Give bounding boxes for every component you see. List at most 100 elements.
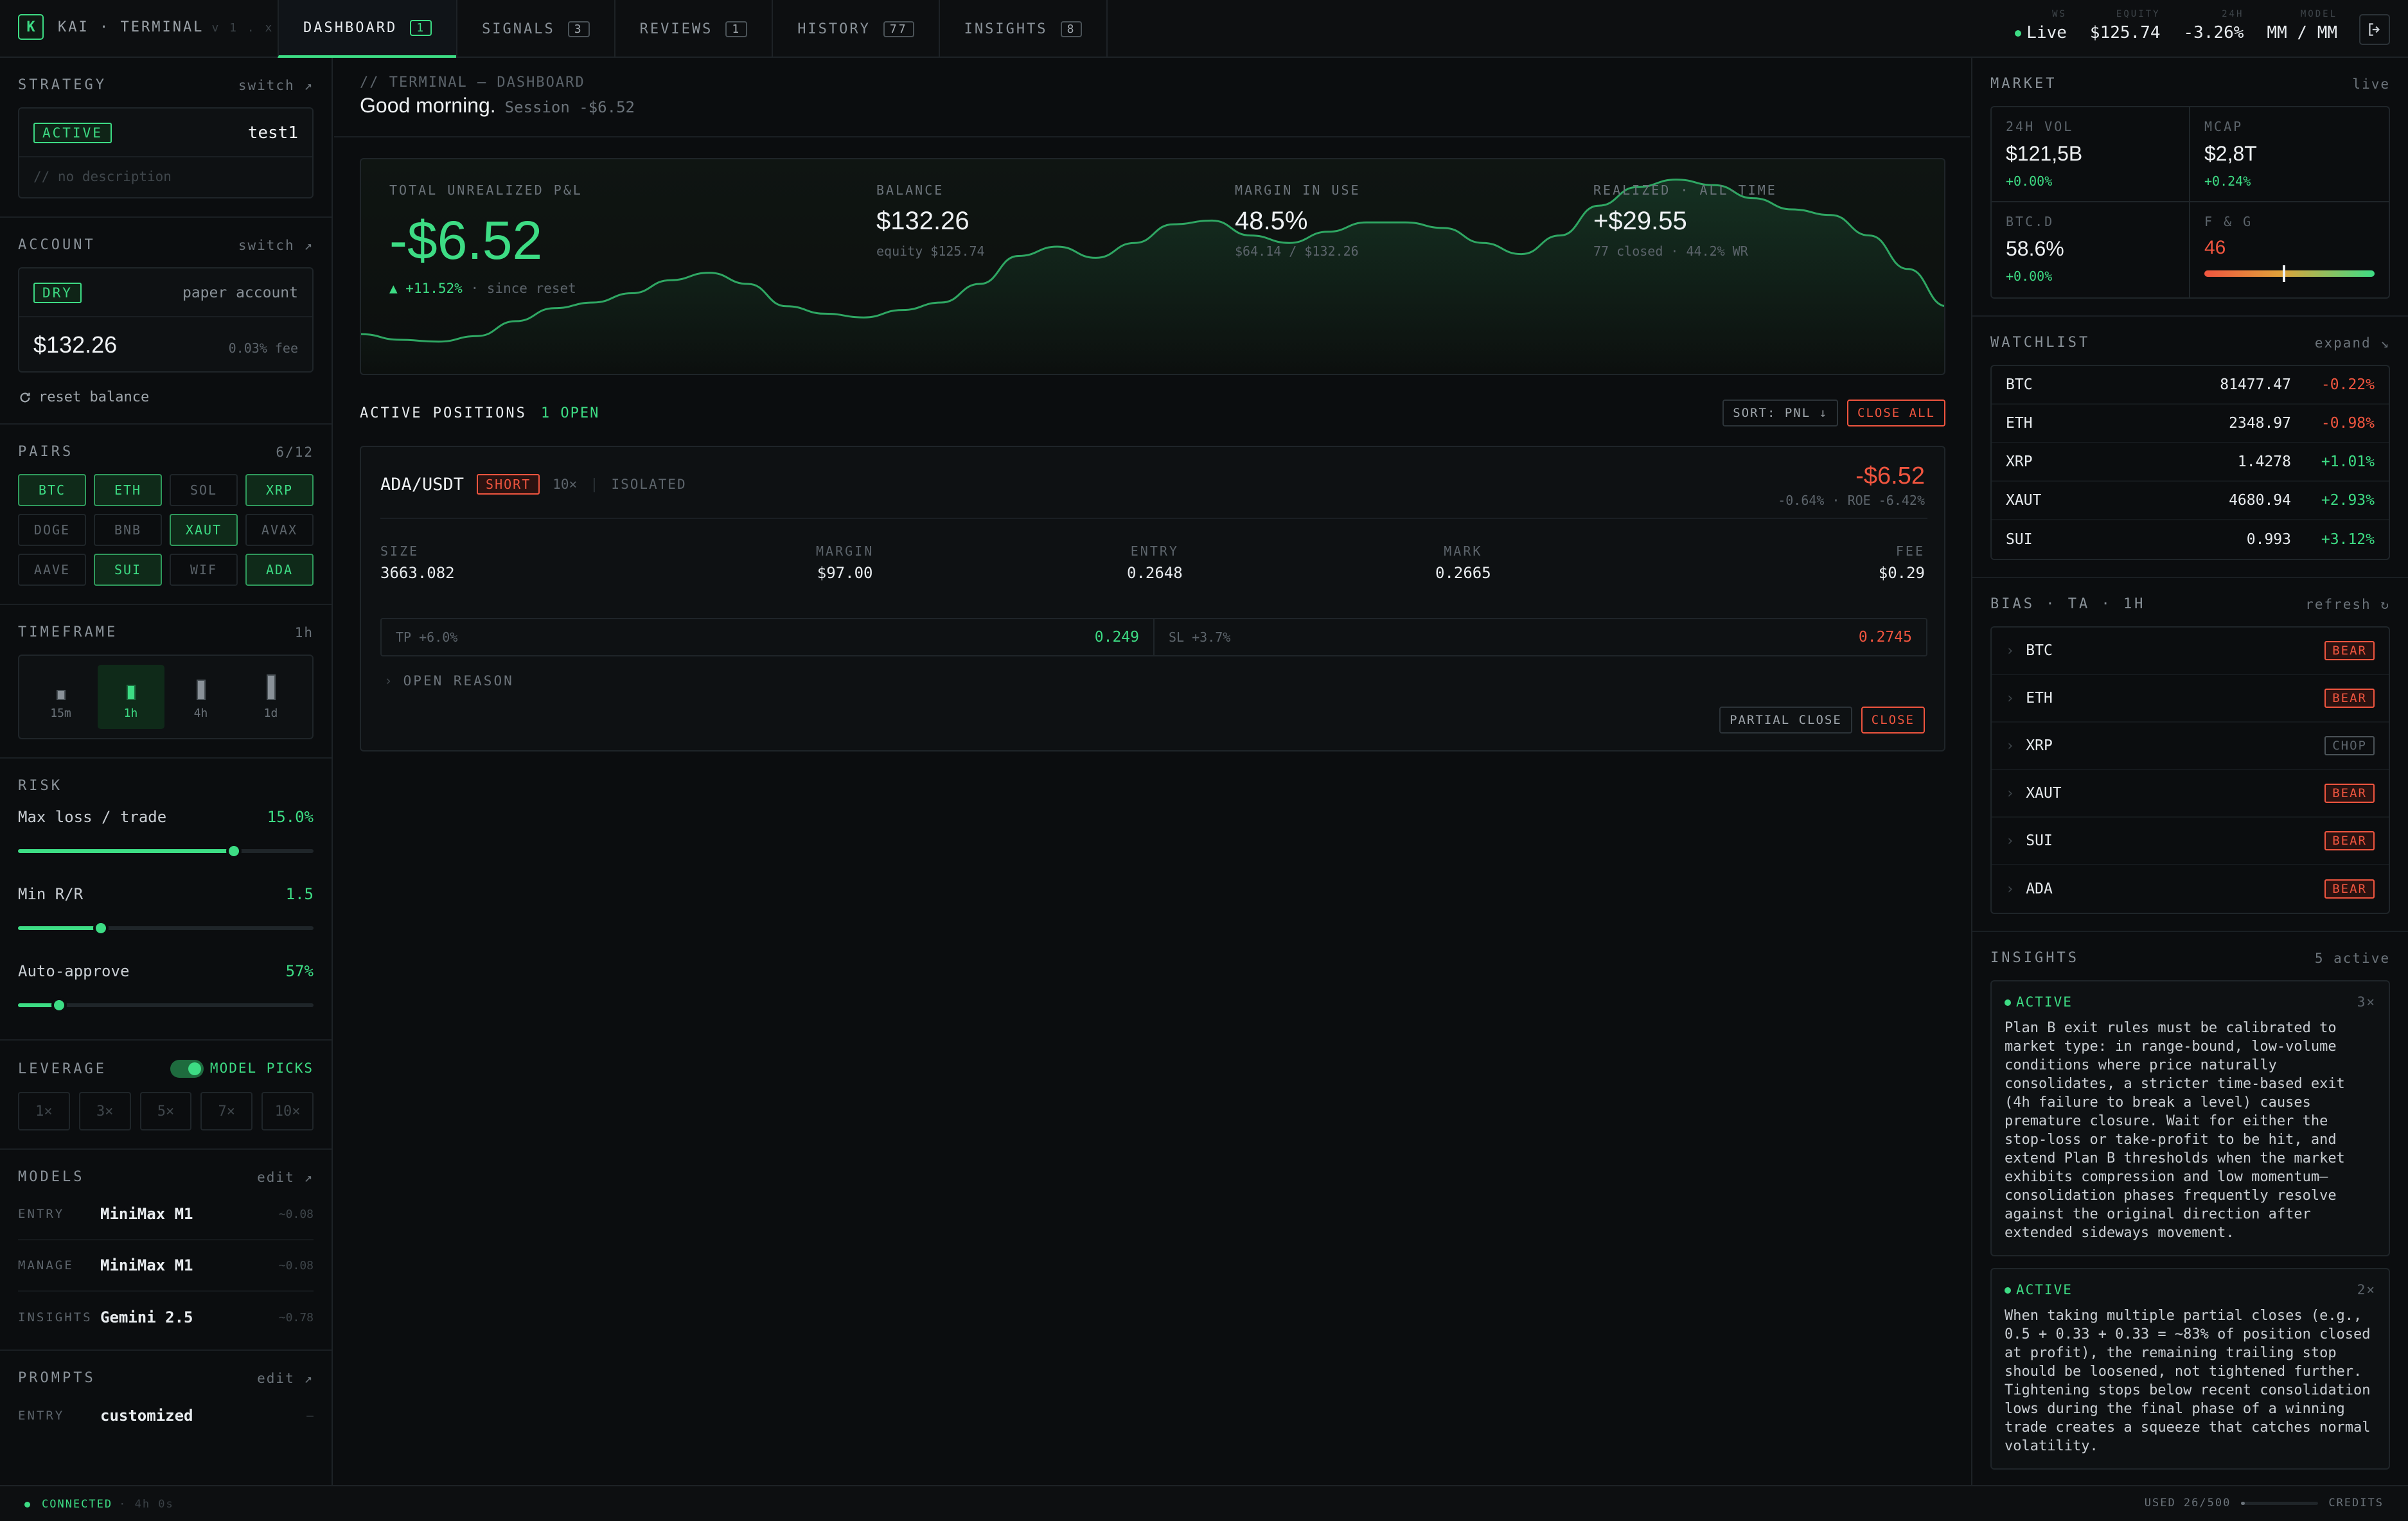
realized-stat: REALIZED · ALL-TIME +$29.55 77 closed · … <box>1593 182 1777 259</box>
tab-signals[interactable]: SIGNALS 3 <box>456 0 614 58</box>
bias-row[interactable]: › ADA BEAR <box>1992 865 2389 913</box>
position-margin-mode: ISOLATED <box>611 477 687 492</box>
leverage-7x[interactable]: 7× <box>200 1092 253 1130</box>
chevron-right-icon: › <box>2006 737 2015 754</box>
max-loss-row: Max loss / trade 15.0% <box>18 808 314 859</box>
market-label: 24H VOL <box>2006 119 2074 134</box>
field-value: $0.29 <box>1878 564 1925 582</box>
pair-doge[interactable]: DOGE <box>18 514 86 546</box>
tab-reviews[interactable]: REVIEWS 1 <box>614 0 772 58</box>
pair-xrp[interactable]: XRP <box>245 474 314 506</box>
watchlist-row[interactable]: XAUT 4680.94 +2.93% <box>1992 482 2389 520</box>
realized-value: +$29.55 <box>1593 207 1687 235</box>
watch-symbol: XRP <box>2006 453 2033 470</box>
timeframe-1h[interactable]: 1h <box>97 665 164 729</box>
watchlist-expand-link[interactable]: expand ↘ <box>2315 335 2390 351</box>
stop-loss[interactable]: SL +3.7% 0.2745 <box>1155 619 1926 655</box>
bias-tag: BEAR <box>2324 831 2375 850</box>
prompt-row-entry[interactable]: ENTRY customized — <box>18 1390 314 1441</box>
insight-card[interactable]: ACTIVE 2× When taking multiple partial cl… <box>1990 1268 2390 1470</box>
section-title: LEVERAGE <box>18 1060 107 1077</box>
models-section: MODELS edit ↗ ENTRY MiniMax M1 ~0.08 MANAGE… <box>0 1150 332 1351</box>
pair-wif[interactable]: WIF <box>170 554 238 586</box>
timeframe-4h[interactable]: 4h <box>168 665 235 729</box>
leverage-3x[interactable]: 3× <box>78 1092 131 1130</box>
model-stat[interactable]: MODEL MM / MM <box>2267 9 2337 42</box>
usage-bar <box>2241 1501 2319 1505</box>
min-rr-row: Min R/R 1.5 <box>18 885 314 936</box>
top-bar: K KAI · TERMINAL v 1 . x DASHBOARD 1 SIGNA… <box>0 0 2408 58</box>
live-dot-icon <box>2015 30 2022 37</box>
refresh-label: refresh <box>2305 596 2371 612</box>
close-all-button[interactable]: CLOSE ALL <box>1847 400 1945 426</box>
logout-button[interactable] <box>2359 14 2390 45</box>
prompts-edit-link[interactable]: edit ↗ <box>257 1371 314 1386</box>
model-picks-toggle[interactable]: MODEL PICKS <box>170 1060 314 1078</box>
bias-row[interactable]: › SUI BEAR <box>1992 818 2389 865</box>
section-title: ACTIVE POSITIONS <box>360 405 527 421</box>
timeframe-1d[interactable]: 1d <box>238 665 305 729</box>
model-row-insights[interactable]: INSIGHTS Gemini 2.5 ~0.78 <box>18 1292 314 1343</box>
pair-bnb[interactable]: BNB <box>94 514 162 546</box>
strategy-switch-link[interactable]: switch ↗ <box>238 78 314 93</box>
total-pnl-value: -$6.52 <box>389 210 543 270</box>
partial-close-button[interactable]: PARTIAL CLOSE <box>1719 707 1852 734</box>
slider-knob[interactable] <box>51 998 67 1013</box>
leverage-5x[interactable]: 5× <box>139 1092 192 1130</box>
pair-sol[interactable]: SOL <box>170 474 238 506</box>
bias-row[interactable]: › ETH BEAR <box>1992 675 2389 723</box>
models-edit-link[interactable]: edit ↗ <box>257 1170 314 1185</box>
pair-ada[interactable]: ADA <box>245 554 314 586</box>
pair-eth[interactable]: ETH <box>94 474 162 506</box>
bias-row[interactable]: › XAUT BEAR <box>1992 770 2389 818</box>
min-rr-slider[interactable] <box>18 920 314 936</box>
slider-knob[interactable] <box>93 920 109 936</box>
sort-button[interactable]: SORT: PNL ↓ <box>1722 400 1839 426</box>
slider-knob[interactable] <box>226 843 242 859</box>
bias-row[interactable]: › XRP CHOP <box>1992 723 2389 770</box>
watchlist-row[interactable]: BTC 81477.47 -0.22% <box>1992 366 2389 405</box>
bias-row[interactable]: › BTC BEAR <box>1992 628 2389 675</box>
field-value: 3663.082 <box>380 564 455 582</box>
bias-list: › BTC BEAR › ETH BEAR › XRP CHOP › XAUT BEAR › SU… <box>1990 626 2390 914</box>
close-position-button[interactable]: CLOSE <box>1861 707 1925 734</box>
model-price: ~0.78 <box>278 1310 314 1324</box>
tab-dashboard[interactable]: DASHBOARD 1 <box>278 0 457 58</box>
tab-label: DASHBOARD <box>303 19 398 36</box>
open-reason-toggle[interactable]: › OPEN REASON <box>384 673 514 689</box>
leverage-10x[interactable]: 10× <box>261 1092 314 1130</box>
insight-card[interactable]: ACTIVE 3× Plan B exit rules must be calib… <box>1990 980 2390 1256</box>
leverage-section: LEVERAGE MODEL PICKS 1× 3× 5× 7× 10× <box>0 1041 332 1150</box>
auto-approve-slider[interactable] <box>18 998 314 1013</box>
pair-btc[interactable]: BTC <box>18 474 86 506</box>
tab-insights[interactable]: INSIGHTS 8 <box>938 0 1108 58</box>
pair-aave[interactable]: AAVE <box>18 554 86 586</box>
strategy-card[interactable]: ACTIVE test1 // no description <box>18 107 314 198</box>
watchlist-row[interactable]: XRP 1.4278 +1.01% <box>1992 443 2389 482</box>
stat-label: REALIZED · ALL-TIME <box>1593 182 1777 198</box>
timeframe-15m[interactable]: 15m <box>28 665 94 729</box>
timeframe-label: 1h <box>123 706 138 720</box>
leverage-1x[interactable]: 1× <box>18 1092 70 1130</box>
risk-label: Max loss / trade <box>18 808 167 826</box>
pair-xaut[interactable]: XAUT <box>170 514 238 546</box>
watchlist-row[interactable]: ETH 2348.97 -0.98% <box>1992 405 2389 443</box>
pair-sui[interactable]: SUI <box>94 554 162 586</box>
reset-balance-button[interactable]: reset balance <box>18 389 314 405</box>
bias-refresh-button[interactable]: refresh ↻ <box>2305 597 2390 612</box>
tab-history[interactable]: HISTORY 77 <box>772 0 938 58</box>
section-title: TIMEFRAME <box>18 624 118 640</box>
account-switch-link[interactable]: switch ↗ <box>238 238 314 253</box>
chevron-right-icon: › <box>2006 785 2015 802</box>
divider <box>334 136 1970 137</box>
pair-avax[interactable]: AVAX <box>245 514 314 546</box>
watchlist-row[interactable]: SUI 0.993 +3.12% <box>1992 520 2389 559</box>
usage-count: USED 26/500 <box>2144 1497 2231 1509</box>
balance-stat: BALANCE $132.26 equity $125.74 <box>876 182 985 259</box>
timeframe-bar-icon <box>196 679 206 700</box>
model-row-manage[interactable]: MANAGE MiniMax M1 ~0.08 <box>18 1240 314 1292</box>
take-profit[interactable]: TP +6.0% 0.249 <box>382 619 1155 655</box>
model-row-entry[interactable]: ENTRY MiniMax M1 ~0.08 <box>18 1189 314 1240</box>
max-loss-slider[interactable] <box>18 843 314 859</box>
status-footer: CONNECTED · 4h 0s USED 26/500 CREDITS <box>0 1485 2408 1521</box>
